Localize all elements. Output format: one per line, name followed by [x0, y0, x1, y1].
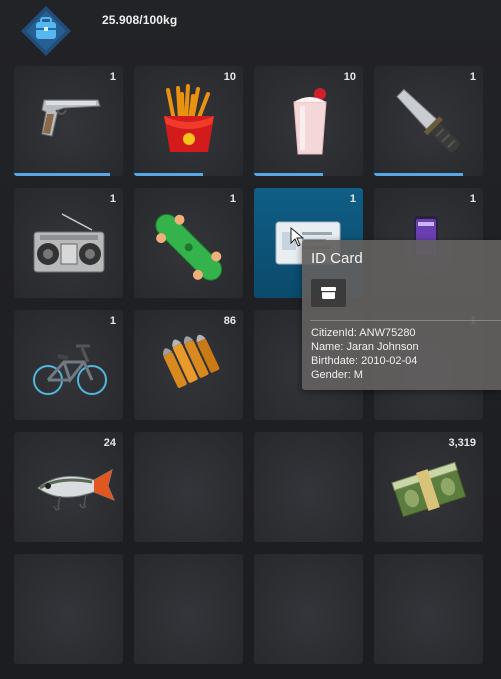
- item-count: 24: [103, 437, 116, 449]
- item-count: 1: [109, 193, 116, 205]
- item-count: 1: [109, 71, 116, 83]
- item-count: 3,319: [448, 437, 476, 449]
- item-count: 1: [109, 315, 116, 327]
- inventory-screen: 25.908/100kg 1 10 10 1 1 1 1 1 1 86 24 3…: [0, 0, 501, 679]
- item-tooltip: ID Card CitizenId: ANW75280 Name: Jaran …: [302, 240, 501, 390]
- empty-slot[interactable]: [254, 554, 363, 664]
- durability-bar: [374, 173, 464, 176]
- durability-bar: [14, 173, 110, 176]
- boombox-icon: [33, 213, 105, 273]
- tooltip-box-button[interactable]: [311, 279, 346, 307]
- empty-slot[interactable]: [14, 554, 123, 664]
- item-count: 10: [343, 71, 356, 83]
- tooltip-title: ID Card: [311, 250, 363, 267]
- backpack-icon: [21, 6, 71, 56]
- slot-knife[interactable]: 1: [374, 66, 483, 176]
- tooltip-divider: [310, 320, 501, 321]
- empty-slot[interactable]: [134, 432, 243, 542]
- empty-slot[interactable]: [374, 554, 483, 664]
- durability-bar: [254, 173, 323, 176]
- item-count: 10: [223, 71, 236, 83]
- skateboard-icon: [155, 213, 223, 281]
- slot-pistol[interactable]: 1: [14, 66, 123, 176]
- pistol-icon: [41, 99, 101, 137]
- slot-fishing-lure[interactable]: 24: [14, 432, 123, 542]
- item-count: 1: [349, 193, 356, 205]
- tooltip-line-birthdate: Birthdate: 2010-02-04: [311, 355, 418, 367]
- slot-ammo[interactable]: 86: [134, 310, 243, 420]
- knife-icon: [396, 88, 460, 153]
- item-count: 1: [229, 193, 236, 205]
- item-count: 1: [469, 71, 476, 83]
- slot-cash-stack[interactable]: 3,319: [374, 432, 483, 542]
- tooltip-line-name: Name: Jaran Johnson: [311, 341, 419, 353]
- tooltip-line-citizenid: CitizenId: ANW75280: [311, 327, 416, 339]
- tooltip-details: CitizenId: ANW75280 Name: Jaran Johnson …: [311, 326, 419, 382]
- tooltip-line-gender: Gender: M: [311, 369, 363, 381]
- empty-slot[interactable]: [254, 432, 363, 542]
- item-count: 86: [223, 315, 236, 327]
- slot-bmx[interactable]: 1: [14, 310, 123, 420]
- empty-slot[interactable]: [134, 554, 243, 664]
- slot-fries[interactable]: 10: [134, 66, 243, 176]
- slot-skateboard[interactable]: 1: [134, 188, 243, 298]
- slot-boombox[interactable]: 1: [14, 188, 123, 298]
- durability-bar: [134, 173, 203, 176]
- inventory-weight: 25.908/100kg: [102, 13, 178, 27]
- slot-milkshake[interactable]: 10: [254, 66, 363, 176]
- bmx-icon: [32, 344, 108, 396]
- box-icon: [321, 287, 336, 299]
- item-count: 1: [469, 193, 476, 205]
